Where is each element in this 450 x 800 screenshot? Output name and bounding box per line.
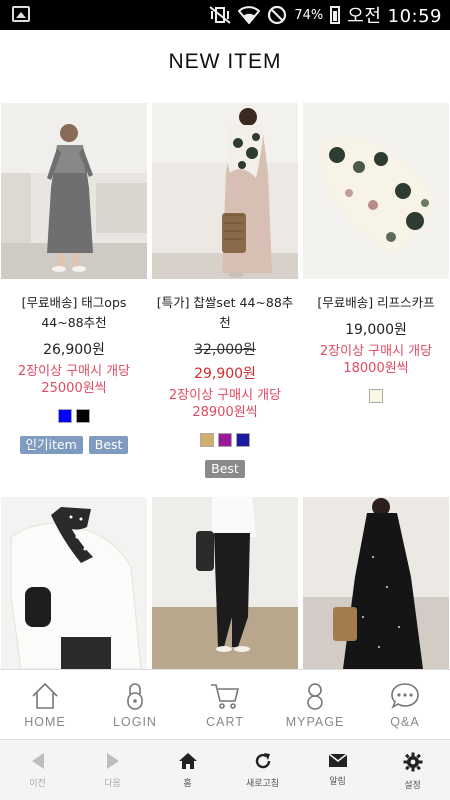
toolbar-refresh[interactable]: 새로고침 — [225, 740, 300, 800]
nav-qa[interactable]: Q&A — [360, 670, 450, 739]
home-icon — [178, 753, 197, 769]
lock-icon — [127, 683, 143, 710]
product-price-original: 32,000원 — [194, 342, 256, 358]
chat-bubble-icon — [391, 683, 419, 709]
product-price: 19,000원 — [345, 322, 407, 338]
product-promo: 2장이상 구매시 개당 18000원씩 — [319, 344, 433, 376]
product-name[interactable]: [무료배송] 태그ops 44~88추천 — [1, 293, 147, 333]
toolbar-back[interactable]: 이전 — [0, 740, 75, 800]
wifi-icon — [238, 6, 261, 24]
product-name[interactable]: [무료배송] 리프스카프 — [303, 293, 449, 313]
nav-login[interactable]: LOGIN — [90, 670, 180, 739]
nav-mypage[interactable]: MYPAGE — [270, 670, 360, 739]
color-swatch — [76, 409, 90, 423]
product-card[interactable]: [무료배송] 리프스카프 19,000원 2장이상 구매시 개당 18000원씩 — [303, 103, 449, 403]
refresh-icon — [255, 753, 270, 769]
tag-popular: 인기item — [19, 436, 83, 454]
color-swatch — [236, 433, 250, 447]
product-image[interactable] — [1, 103, 147, 279]
color-swatches — [1, 409, 147, 423]
product-card[interactable] — [152, 497, 298, 669]
toolbar-notify[interactable]: 알림 — [300, 740, 375, 800]
nav-login-label: LOGIN — [113, 715, 157, 729]
product-name[interactable]: [특가] 찹쌀set 44~88추천 — [152, 293, 298, 333]
product-image[interactable] — [303, 103, 449, 279]
toolbar-home-label: 홈 — [183, 779, 192, 789]
user-icon — [307, 683, 323, 710]
product-promo: 2장이상 구매시 개당 28900원씩 — [168, 388, 282, 420]
mail-icon — [328, 753, 347, 767]
toolbar-settings[interactable]: 설정 — [375, 740, 450, 800]
toolbar-notify-label: 알림 — [329, 777, 346, 787]
toolbar-forward[interactable]: 다음 — [75, 740, 150, 800]
toolbar-home[interactable]: 홈 — [150, 740, 225, 800]
toolbar-settings-label: 설정 — [404, 781, 421, 791]
battery-percent: 74% — [294, 7, 324, 23]
nav-qa-label: Q&A — [390, 715, 420, 729]
nav-home-label: HOME — [24, 715, 66, 729]
battery-icon — [330, 6, 341, 24]
product-image[interactable] — [303, 497, 449, 669]
gear-icon — [403, 752, 422, 772]
color-swatch — [58, 409, 72, 423]
toolbar-back-label: 이전 — [29, 779, 46, 789]
product-promo: 2장이상 구매시 개당 25000원씩 — [17, 364, 131, 396]
home-icon — [32, 682, 58, 709]
status-bar: 74% 오전 10:59 — [0, 0, 450, 30]
product-card[interactable]: [무료배송] 태그ops 44~88추천 26,900원 2장이상 구매시 개당… — [1, 103, 147, 454]
product-image[interactable] — [152, 103, 298, 279]
color-swatches — [303, 389, 449, 403]
vibrate-mute-icon — [209, 6, 231, 24]
color-swatch — [218, 433, 232, 447]
product-card[interactable]: [특가] 찹쌀set 44~88추천 32,000원 29,900원 2장이상 … — [152, 103, 298, 478]
do-not-disturb-icon — [268, 5, 287, 25]
browser-toolbar: 이전 다음 홈 새로고침 알림 설정 — [0, 739, 450, 800]
product-image[interactable] — [152, 497, 298, 669]
cart-icon — [211, 684, 240, 709]
page-title: NEW ITEM — [168, 50, 282, 73]
color-swatch — [200, 433, 214, 447]
nav-mypage-label: MYPAGE — [285, 715, 345, 729]
product-image[interactable] — [1, 497, 147, 669]
color-swatch — [369, 389, 383, 403]
product-card[interactable] — [1, 497, 147, 669]
back-arrow-icon — [31, 753, 44, 769]
bottom-nav: HOME LOGIN CART MYPAGE Q&A — [0, 669, 450, 739]
tag-best: Best — [205, 460, 245, 478]
nav-cart[interactable]: CART — [180, 670, 270, 739]
toolbar-forward-label: 다음 — [104, 779, 121, 789]
toolbar-refresh-label: 새로고침 — [245, 779, 280, 789]
product-price-sale: 29,900원 — [194, 366, 256, 382]
color-swatches — [152, 433, 298, 447]
product-card[interactable] — [303, 497, 449, 669]
tag-best: Best — [88, 436, 129, 454]
forward-arrow-icon — [106, 753, 119, 769]
clock: 오전 10:59 — [347, 6, 442, 27]
gallery-notification-icon — [12, 6, 30, 22]
product-price: 26,900원 — [43, 342, 105, 358]
nav-home[interactable]: HOME — [0, 670, 90, 739]
nav-cart-label: CART — [206, 715, 244, 729]
